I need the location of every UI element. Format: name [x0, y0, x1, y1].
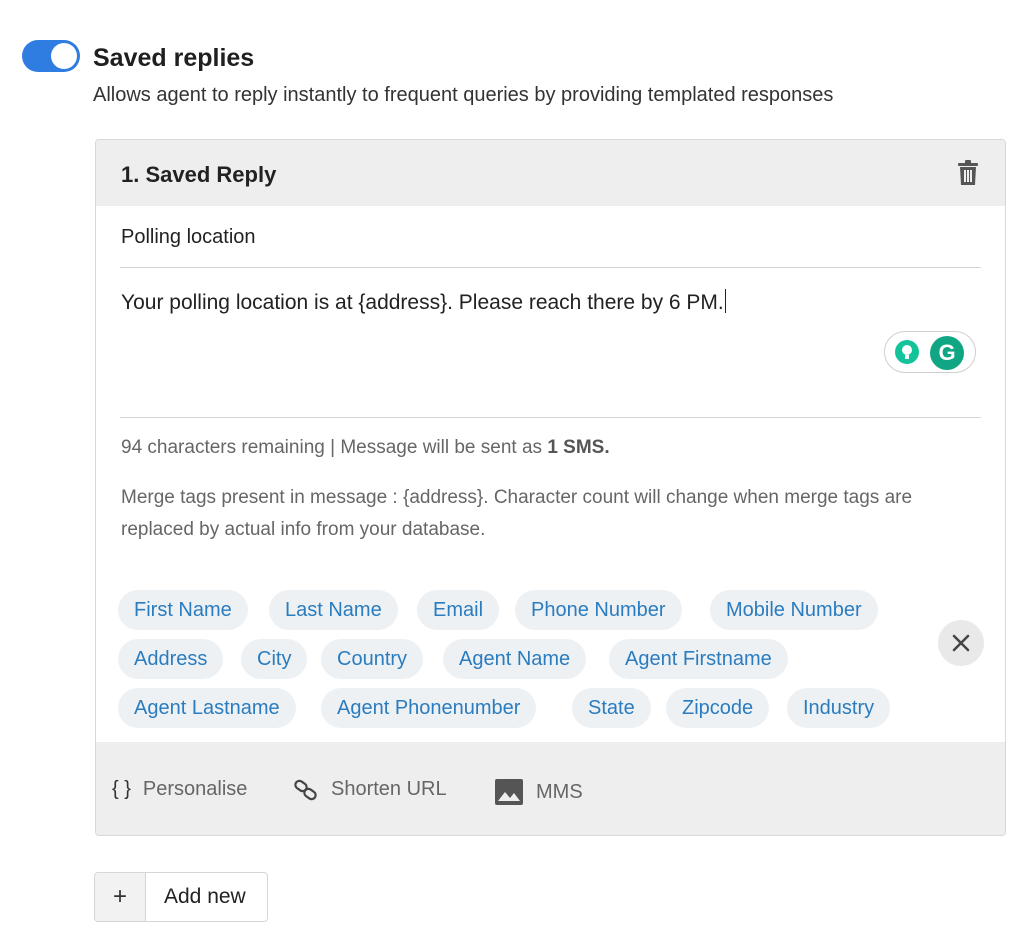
lightbulb-icon[interactable]	[895, 340, 919, 364]
personalise-label: Personalise	[142, 778, 248, 800]
merge-tag-last-name[interactable]: Last Name	[269, 590, 398, 630]
merge-tags-note: Merge tags present in message : {address…	[121, 487, 913, 540]
image-icon	[495, 779, 523, 805]
card-header: 1. Saved Reply	[96, 140, 1005, 206]
card-title: 1. Saved Reply	[121, 162, 277, 187]
trash-icon[interactable]	[957, 160, 979, 186]
mms-button[interactable]: MMS	[494, 778, 583, 806]
saved-reply-card: 1. Saved Reply Polling location Your pol…	[95, 139, 1006, 836]
merge-tag-address[interactable]: Address	[118, 639, 224, 679]
merge-tag-zipcode[interactable]: Zipcode	[666, 688, 770, 728]
message-text: Your polling location is at {address}. P…	[121, 291, 724, 314]
merge-tag-email[interactable]: Email	[417, 590, 500, 630]
saved-replies-toggle[interactable]	[22, 40, 80, 72]
character-counter: 94 characters remaining | Message will b…	[121, 437, 610, 459]
merge-tag-agent-lastname[interactable]: Agent Lastname	[118, 688, 296, 728]
add-new-button[interactable]: + Add new	[94, 872, 268, 922]
link-icon	[294, 779, 317, 800]
close-icon	[952, 634, 970, 652]
merge-tag-agent-firstname[interactable]: Agent Firstname	[609, 639, 788, 679]
merge-tag-industry[interactable]: Industry	[787, 688, 891, 728]
merge-tag-city[interactable]: City	[241, 639, 308, 679]
reply-name-input[interactable]: Polling location	[121, 226, 256, 249]
merge-tag-mobile-number[interactable]: Mobile Number	[710, 590, 878, 630]
merge-tag-phone-number[interactable]: Phone Number	[515, 590, 682, 630]
message-toolbar: { } Personalise Shorten URL MMS	[96, 742, 1005, 835]
toggle-knob	[51, 43, 77, 69]
shorten-url-button[interactable]: Shorten URL	[293, 778, 447, 801]
merge-tag-agent-name[interactable]: Agent Name	[443, 639, 587, 679]
divider	[120, 417, 981, 418]
personalise-button[interactable]: { } Personalise	[112, 778, 247, 801]
grammarly-icon[interactable]: G	[930, 336, 964, 370]
plus-icon: +	[95, 873, 146, 921]
mms-label: MMS	[536, 780, 583, 803]
divider	[120, 267, 981, 268]
grammarly-widget[interactable]: G	[884, 331, 976, 373]
merge-tag-agent-phonenumber[interactable]: Agent Phonenumber	[321, 688, 537, 728]
section-description: Allows agent to reply instantly to frequ…	[93, 84, 834, 106]
text-caret	[724, 289, 726, 313]
merge-tag-first-name[interactable]: First Name	[118, 590, 248, 630]
close-merge-tags-button[interactable]	[938, 620, 984, 666]
sms-count: 1 SMS.	[547, 437, 610, 458]
message-textarea[interactable]: Your polling location is at {address}. P…	[121, 289, 726, 315]
add-new-label: Add new	[164, 885, 246, 908]
merge-tag-state[interactable]: State	[572, 688, 651, 728]
section-title: Saved replies	[93, 44, 255, 72]
counter-text: 94 characters remaining | Message will b…	[121, 437, 548, 458]
shorten-url-label: Shorten URL	[331, 778, 447, 800]
merge-tag-country[interactable]: Country	[321, 639, 424, 679]
braces-icon: { }	[112, 778, 131, 800]
